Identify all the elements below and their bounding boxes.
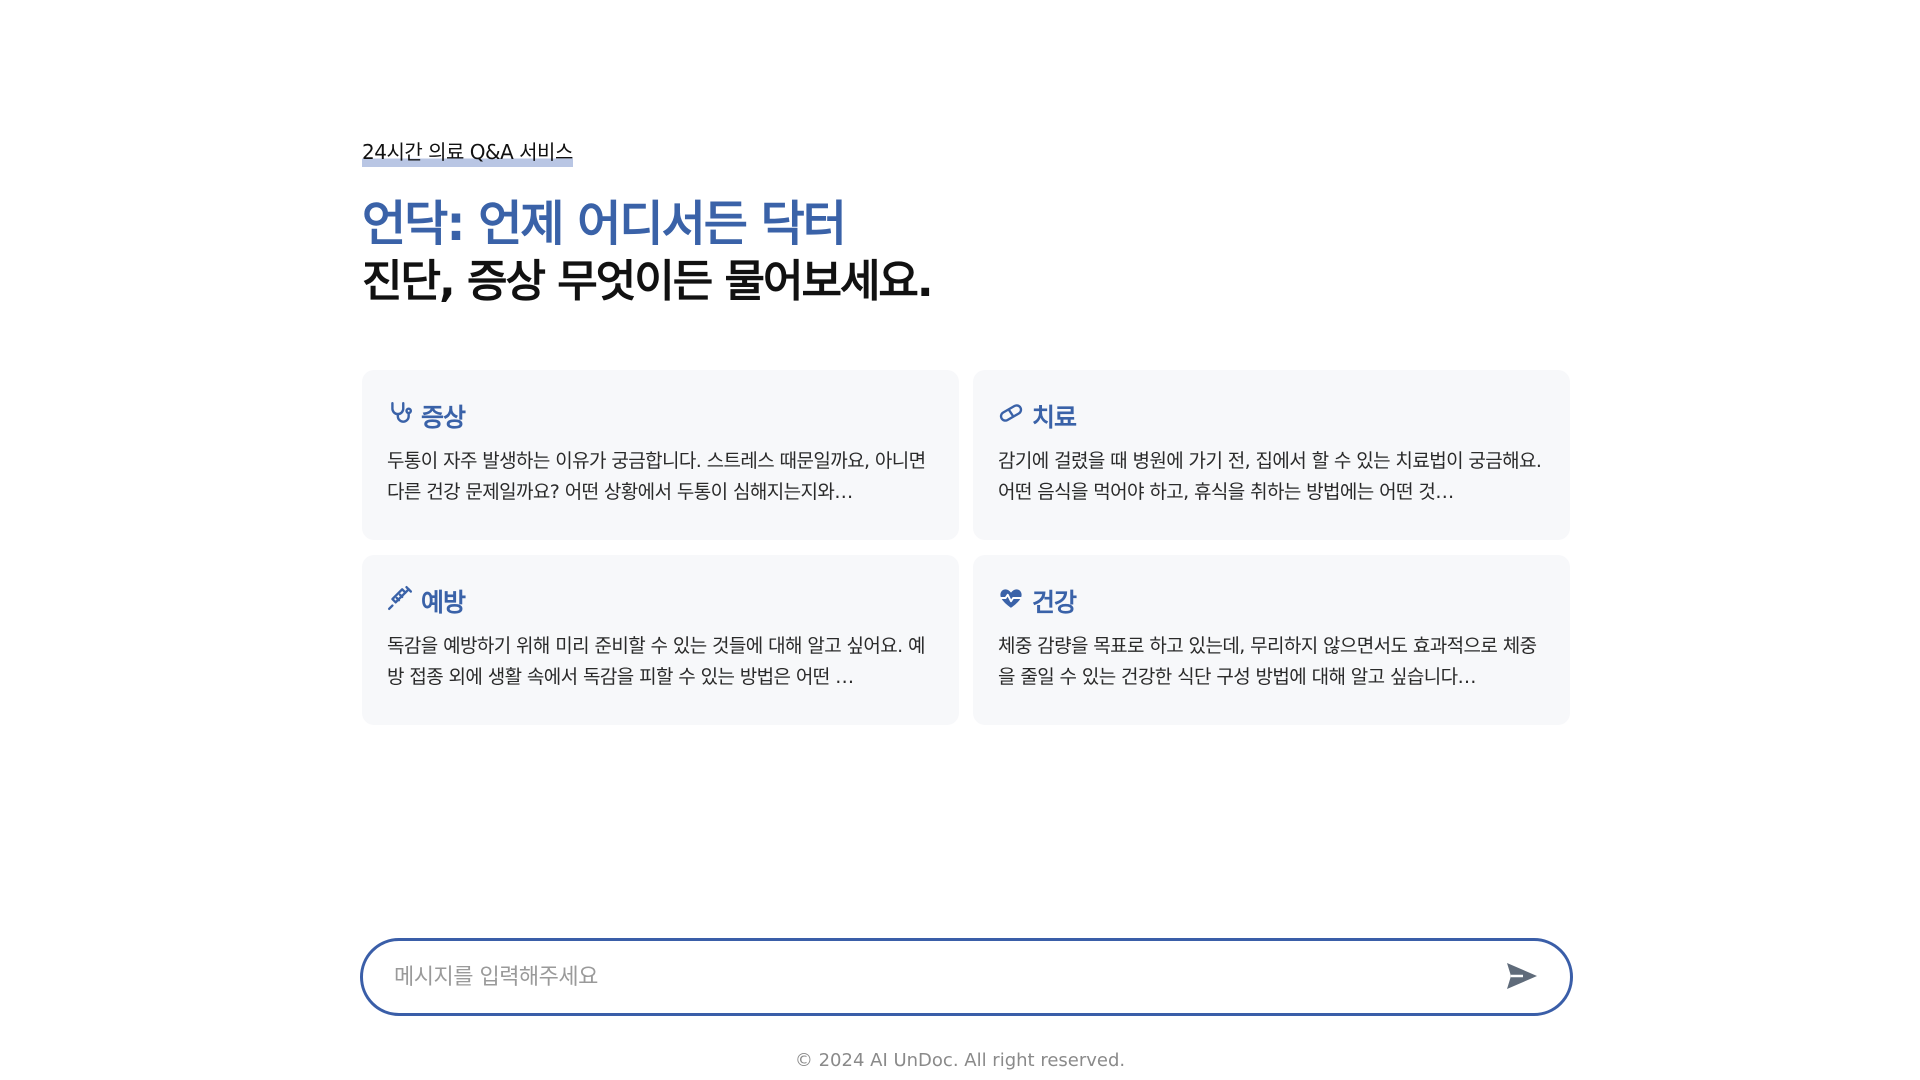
question-card-health[interactable]: 건강 체중 감량을 목표로 하고 있는데, 무리하지 않으면서도 효과적으로 체… <box>973 555 1570 725</box>
card-header: 증상 <box>387 398 933 434</box>
send-icon <box>1505 961 1539 994</box>
question-card-treatment[interactable]: 치료 감기에 걸렸을 때 병원에 가기 전, 집에서 할 수 있는 치료법이 궁… <box>973 370 1570 540</box>
card-question-text: 독감을 예방하기 위해 미리 준비할 수 있는 것들에 대해 알고 싶어요. 예… <box>387 635 926 688</box>
card-header: 예방 <box>387 583 933 619</box>
message-input-bar <box>360 938 1573 1016</box>
card-title: 건강 <box>1032 588 1077 617</box>
question-card-symptom[interactable]: 증상 두통이 자주 발생하는 이유가 궁금합니다. 스트레스 때문일까요, 아니… <box>362 370 959 540</box>
page-subtitle: 진단, 증상 무엇이든 물어보세요. <box>362 256 934 307</box>
card-title: 증상 <box>421 403 466 432</box>
page: 24시간 의료 Q&A 서비스 언닥: 언제 어디서든 닥터 진단, 증상 무엇… <box>0 0 1920 1080</box>
heart-pulse-icon <box>998 585 1024 617</box>
card-question-text: 감기에 걸렸을 때 병원에 가기 전, 집에서 할 수 있는 치료법이 궁금해요… <box>998 450 1542 503</box>
card-header: 건강 <box>998 583 1544 619</box>
example-questions: 증상 두통이 자주 발생하는 이유가 궁금합니다. 스트레스 때문일까요, 아니… <box>362 370 1570 725</box>
send-button[interactable] <box>1502 957 1542 997</box>
card-question-text: 체중 감량을 목표로 하고 있는데, 무리하지 않으면서도 효과적으로 체중을 … <box>998 635 1537 688</box>
footer-copyright: © 2024 AI UnDoc. All right reserved. <box>794 1050 1126 1071</box>
card-title: 치료 <box>1032 403 1077 432</box>
question-card-prevention[interactable]: 예방 독감을 예방하기 위해 미리 준비할 수 있는 것들에 대해 알고 싶어요… <box>362 555 959 725</box>
tagline: 24시간 의료 Q&A 서비스 <box>362 136 573 167</box>
card-header: 치료 <box>998 398 1544 434</box>
message-input[interactable] <box>394 964 1502 990</box>
page-title: 언닥: 언제 어디서든 닥터 <box>362 196 847 252</box>
card-title: 예방 <box>421 588 466 617</box>
syringe-icon <box>387 585 413 617</box>
card-question-text: 두통이 자주 발생하는 이유가 궁금합니다. 스트레스 때문일까요, 아니면 다… <box>387 450 926 503</box>
stethoscope-icon <box>387 400 413 432</box>
hero-section: 24시간 의료 Q&A 서비스 언닥: 언제 어디서든 닥터 진단, 증상 무엇… <box>362 136 1570 311</box>
pill-icon <box>998 400 1024 432</box>
